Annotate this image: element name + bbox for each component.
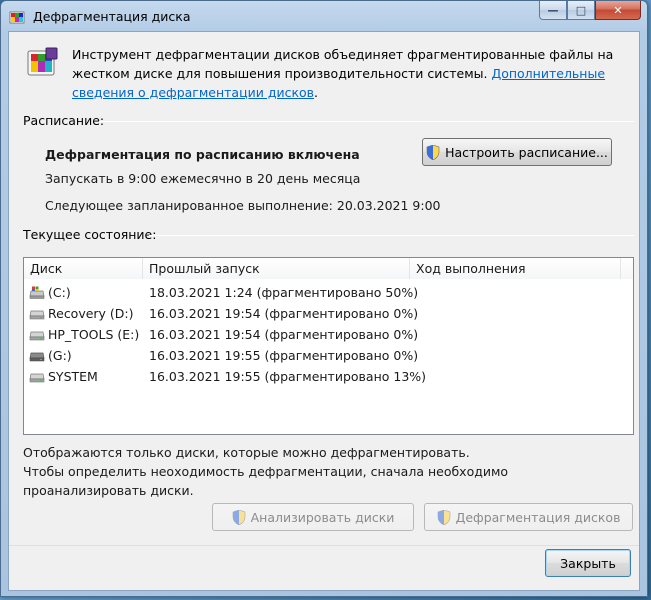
- disk-last-run: 16.03.2021 19:55 (фрагментировано 0%): [149, 348, 419, 363]
- defragment-disks-label: Дефрагментация дисков: [455, 509, 621, 525]
- hard-drive-icon: [29, 310, 45, 320]
- analyze-disks-label: Анализировать диски: [250, 509, 395, 525]
- disk-last-run: 16.03.2021 19:55 (фрагментировано 13%): [149, 369, 427, 384]
- hard-drive-icon: [29, 373, 45, 383]
- disk-last-run: 16.03.2021 19:54 (фрагментировано 0%): [149, 306, 419, 321]
- title-bar[interactable]: Дефрагментация диска — □ ✕: [1, 1, 647, 31]
- uac-shield-icon: [426, 144, 440, 160]
- close-icon: ✕: [613, 3, 623, 17]
- close-button[interactable]: Закрыть: [545, 549, 631, 577]
- column-header-progress[interactable]: Ход выполнения: [410, 258, 621, 279]
- note-analyze-first: Чтобы определить неоходимость дефрагмент…: [23, 464, 509, 498]
- disk-name: (C:): [48, 285, 71, 300]
- disk-name: (G:): [48, 348, 72, 363]
- minimize-button[interactable]: —: [539, 1, 567, 20]
- defragment-disks-button[interactable]: Дефрагментация дисков: [424, 503, 633, 531]
- analyze-disks-button[interactable]: Анализировать диски: [212, 503, 414, 531]
- close-button-label: Закрыть: [560, 555, 616, 571]
- disk-row[interactable]: SYSTEM 16.03.2021 19:55 (фрагментировано…: [24, 366, 633, 387]
- disk-name: HP_TOOLS (E:): [48, 327, 140, 342]
- schedule-divider: [99, 121, 634, 122]
- disk-name: SYSTEM: [48, 369, 98, 384]
- disk-row[interactable]: (C:) 18.03.2021 1:24 (фрагментировано 50…: [24, 282, 633, 303]
- dialog-body: Инструмент дефрагментации дисков объедин…: [8, 31, 640, 591]
- note-only-defragmentable: Отображаются только диски, которые можно…: [23, 445, 470, 460]
- disk-row[interactable]: Recovery (D:) 16.03.2021 19:54 (фрагмент…: [24, 303, 633, 324]
- disk-list-header: Диск Прошлый запуск Ход выполнения: [24, 258, 633, 279]
- schedule-section-label: Расписание:: [23, 113, 105, 128]
- close-window-button[interactable]: ✕: [595, 1, 641, 20]
- column-header-disk[interactable]: Диск: [24, 258, 143, 279]
- schedule-next-run: Следующее запланированное выполнение: 20…: [45, 198, 441, 213]
- column-header-filler: [621, 258, 633, 279]
- minimize-icon: —: [547, 3, 559, 17]
- schedule-status: Дефрагментация по расписанию включена: [45, 147, 360, 162]
- uac-shield-icon: [232, 509, 245, 525]
- defrag-app-icon: [9, 11, 25, 24]
- removable-drive-icon: [29, 352, 45, 362]
- schedule-run-info: Запускать в 9:00 ежемесячно в 20 день ме…: [45, 171, 361, 186]
- configure-schedule-button[interactable]: Настроить расписание...: [422, 138, 612, 166]
- uac-shield-icon: [437, 509, 450, 525]
- system-drive-icon: [29, 286, 45, 299]
- maximize-icon: □: [575, 3, 587, 17]
- window-controls: — □ ✕: [539, 1, 641, 20]
- window-title: Дефрагментация диска: [33, 9, 191, 24]
- current-state-section-label: Текущее состояние:: [23, 227, 157, 242]
- column-header-last-run[interactable]: Прошлый запуск: [143, 258, 410, 279]
- current-state-divider: [149, 235, 634, 236]
- defrag-header-icon: [27, 47, 58, 76]
- intro-period: .: [314, 85, 319, 100]
- intro-text: Инструмент дефрагментации дисков объедин…: [72, 45, 632, 102]
- configure-schedule-label: Настроить расписание...: [445, 144, 608, 160]
- defrag-window: Дефрагментация диска — □ ✕ Инструмент де: [0, 0, 648, 597]
- footer-divider: [9, 545, 639, 546]
- hard-drive-icon: [29, 331, 45, 341]
- disk-name: Recovery (D:): [48, 306, 134, 321]
- disk-row[interactable]: HP_TOOLS (E:) 16.03.2021 19:54 (фрагмент…: [24, 324, 633, 345]
- maximize-button[interactable]: □: [567, 1, 595, 20]
- disk-row[interactable]: (G:) 16.03.2021 19:55 (фрагментировано 0…: [24, 345, 633, 366]
- disk-last-run: 18.03.2021 1:24 (фрагментировано 50%): [149, 285, 419, 300]
- disk-last-run: 16.03.2021 19:54 (фрагментировано 0%): [149, 327, 419, 342]
- disk-list[interactable]: Диск Прошлый запуск Ход выполнения (C:) …: [23, 257, 634, 435]
